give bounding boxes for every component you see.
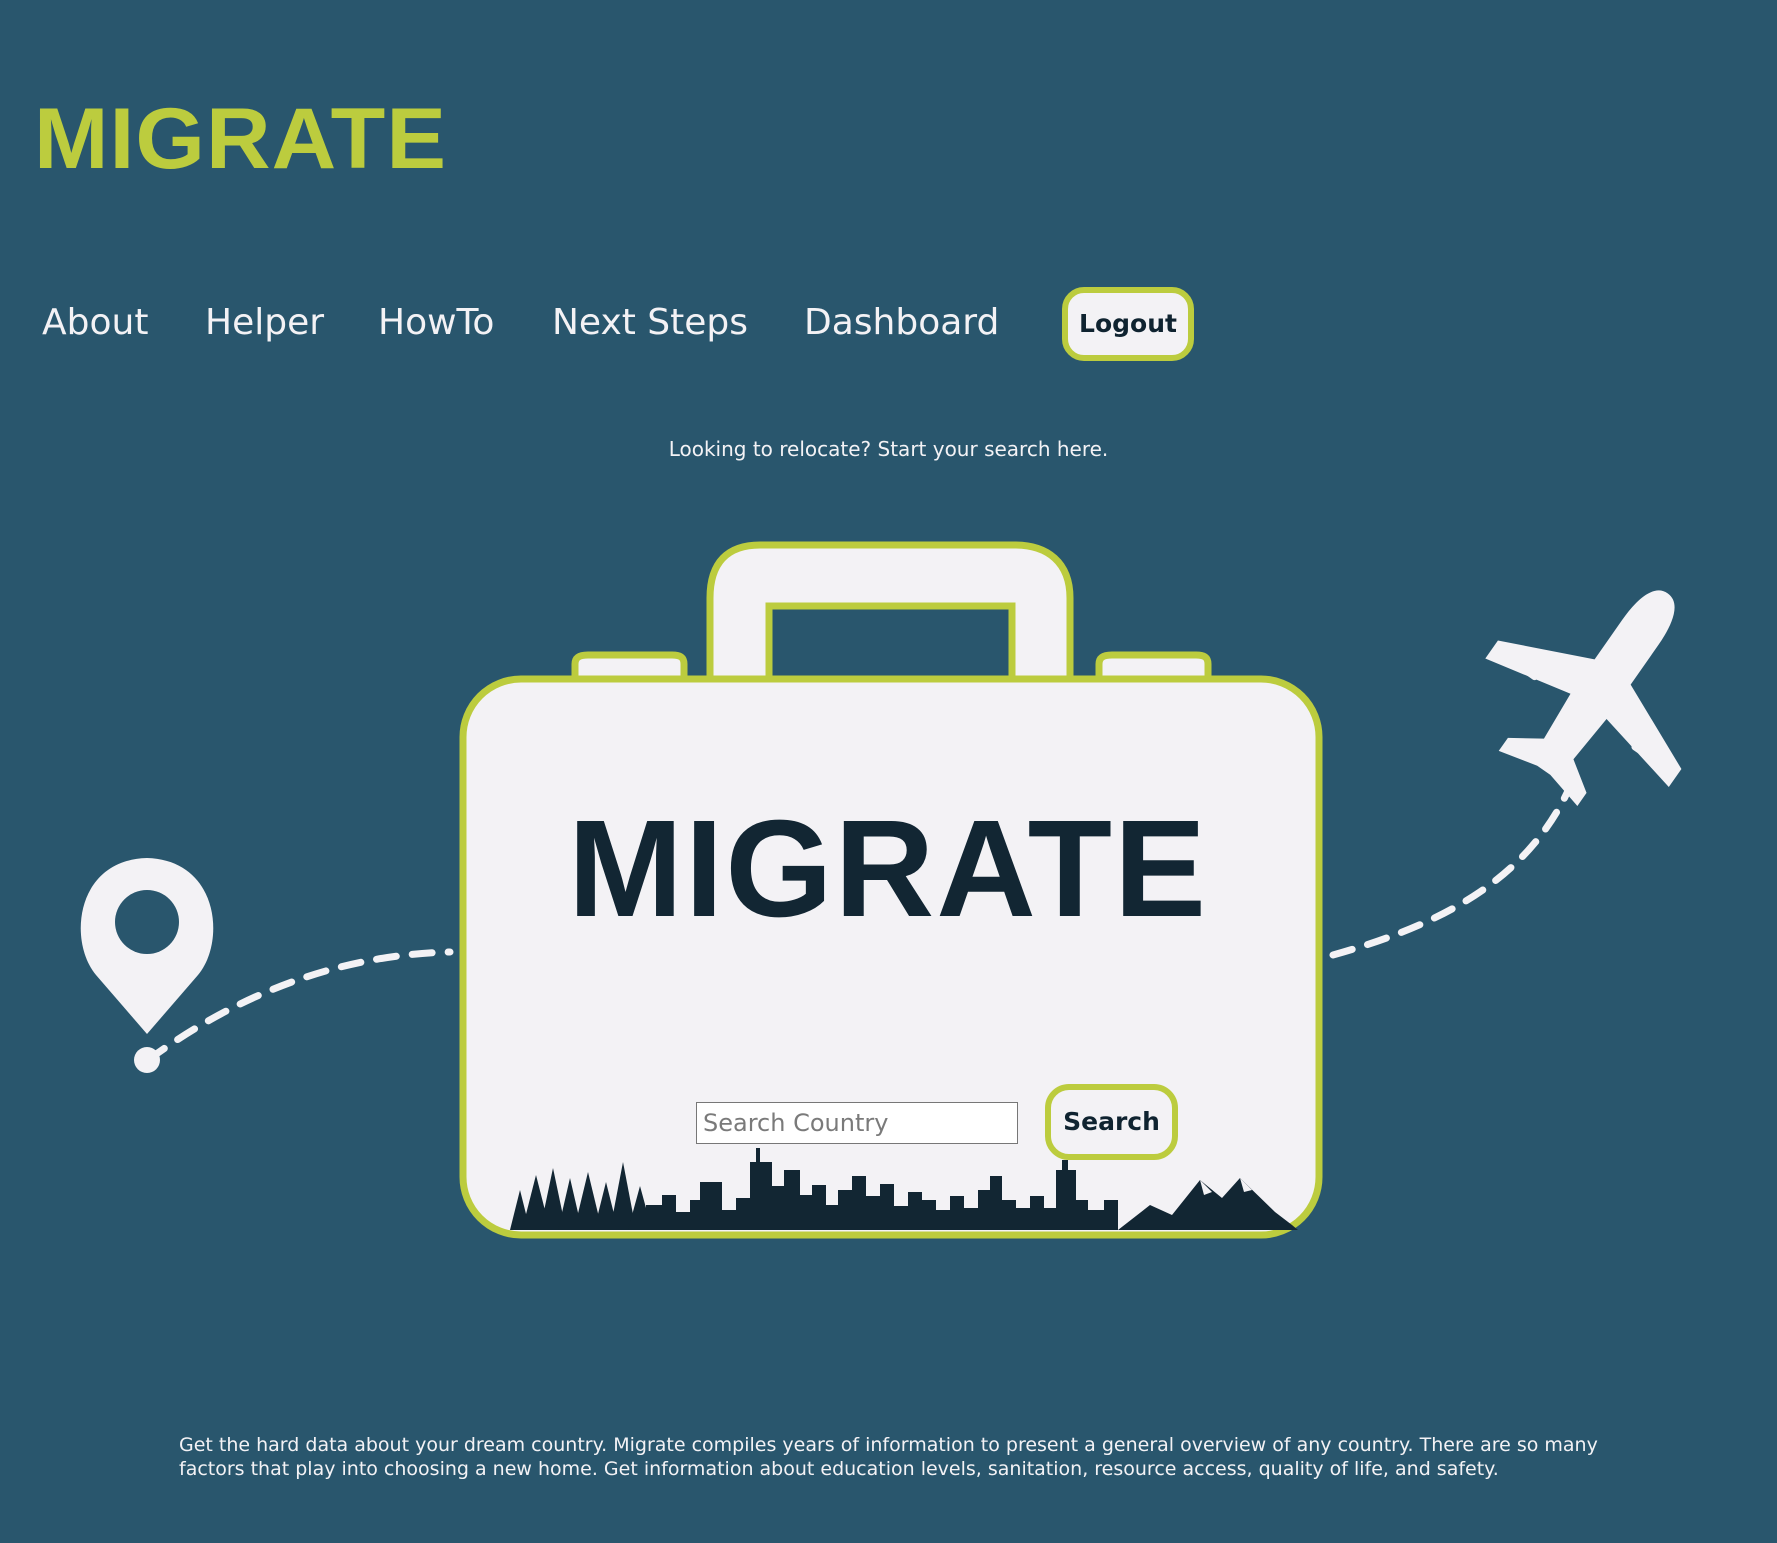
dashed-path-right bbox=[1329, 778, 1576, 959]
search-button[interactable]: Search bbox=[1045, 1084, 1178, 1160]
country-search-input[interactable] bbox=[696, 1102, 1018, 1144]
suitcase-handle bbox=[706, 541, 1074, 688]
suitcase-body bbox=[459, 675, 1323, 1239]
airplane-icon bbox=[1485, 590, 1682, 807]
suitcase-title: MIGRATE bbox=[567, 792, 1209, 946]
map-pin-icon bbox=[80, 858, 214, 1073]
hero-illustration bbox=[80, 541, 1682, 1239]
site-description: Get the hard data about your dream count… bbox=[179, 1434, 1598, 1480]
